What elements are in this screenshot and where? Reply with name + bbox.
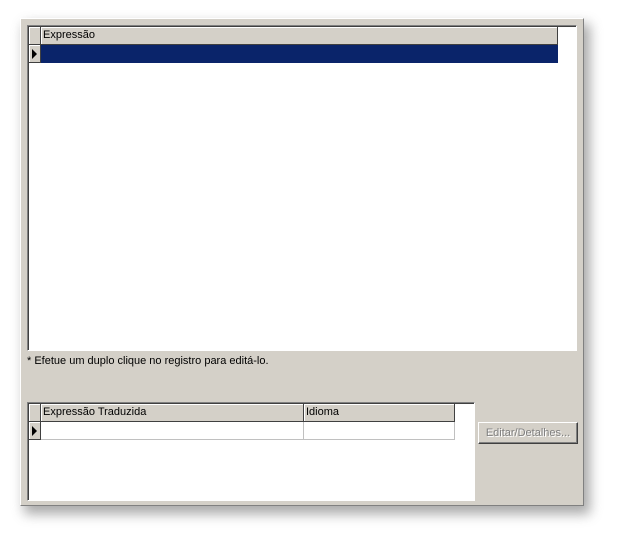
header-indicator-cell: [29, 27, 41, 45]
translations-grid[interactable]: Expressão Traduzida Idioma: [27, 402, 475, 501]
edit-details-button[interactable]: Editar/Detalhes...: [478, 422, 578, 444]
cell-expressao-traduzida[interactable]: [41, 422, 304, 440]
current-row-arrow-icon: [32, 426, 37, 436]
cell-idioma[interactable]: [304, 422, 455, 440]
expressions-grid-header: Expressão: [29, 27, 558, 45]
header-indicator-cell: [29, 404, 41, 422]
double-click-hint: * Efetue um duplo clique no registro par…: [27, 355, 269, 367]
row-indicator[interactable]: [29, 45, 41, 63]
table-row[interactable]: [29, 422, 455, 440]
row-indicator[interactable]: [29, 422, 41, 440]
column-header-idioma[interactable]: Idioma: [304, 404, 455, 422]
expressions-grid[interactable]: Expressão: [27, 25, 577, 351]
table-row[interactable]: [29, 45, 558, 63]
translations-grid-header: Expressão Traduzida Idioma: [29, 404, 455, 422]
expressions-grid-body: Expressão: [28, 26, 576, 350]
column-header-expressao-traduzida[interactable]: Expressão Traduzida: [41, 404, 304, 422]
column-header-expressao[interactable]: Expressão: [41, 27, 558, 45]
cell-expressao[interactable]: [41, 45, 558, 63]
translation-panel: Expressão * Efetue um duplo clique no re…: [20, 18, 584, 506]
current-row-arrow-icon: [32, 49, 37, 59]
translations-grid-body: Expressão Traduzida Idioma: [28, 403, 474, 500]
